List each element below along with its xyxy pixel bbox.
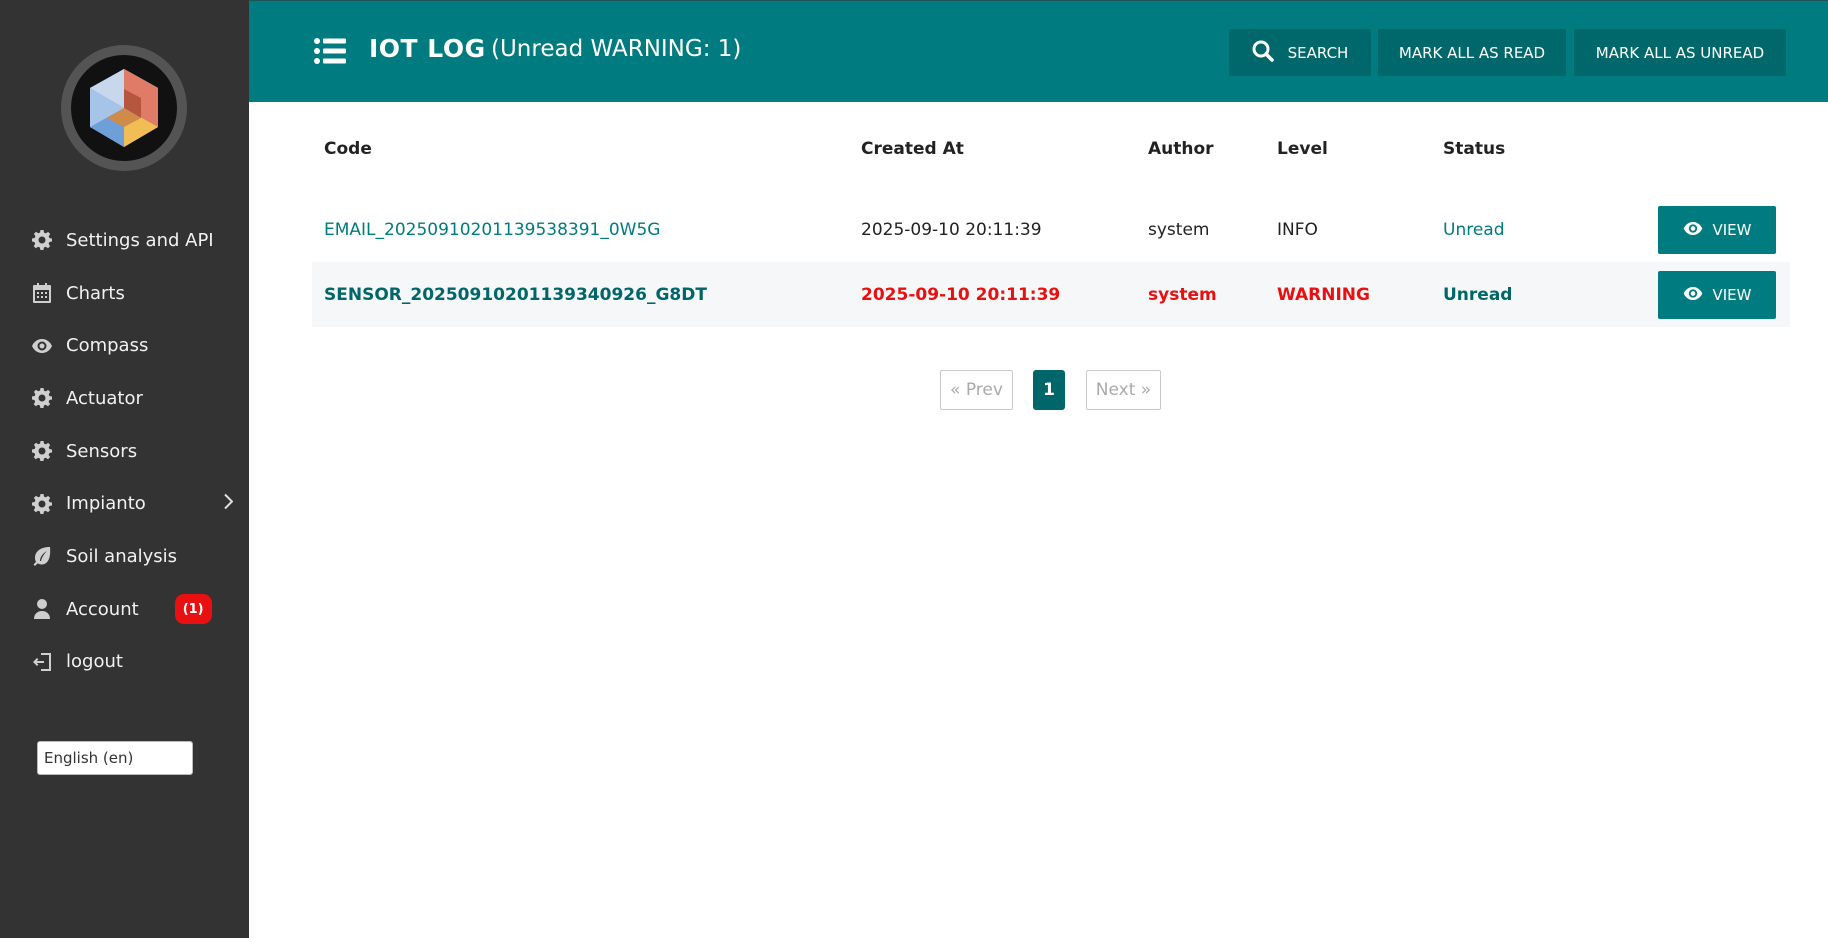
- logout-icon: [32, 652, 52, 672]
- gear-icon: [32, 493, 52, 514]
- eye-icon: [1683, 286, 1713, 304]
- mark-all-unread-button[interactable]: MARK ALL AS UNREAD: [1574, 29, 1786, 76]
- status-link[interactable]: Unread: [1443, 220, 1505, 240]
- user-icon: [32, 599, 52, 620]
- author-cell: system: [1148, 284, 1217, 305]
- eye-icon: [1683, 221, 1713, 239]
- column-header-level: Level: [1277, 138, 1328, 159]
- cube-logo-icon: [90, 69, 158, 147]
- level-cell: WARNING: [1277, 284, 1370, 305]
- sidebar-item-actuator[interactable]: Actuator: [0, 372, 249, 425]
- level-cell: INFO: [1277, 219, 1318, 240]
- author-cell: system: [1148, 219, 1210, 240]
- sidebar: Settings and API Charts Compass Actuator…: [0, 0, 249, 938]
- table-header: Code Created At Author Level Status: [312, 117, 1790, 180]
- sidebar-item-account[interactable]: Account (1): [0, 583, 249, 636]
- column-header-created-at: Created At: [861, 138, 964, 159]
- leaf-icon: [32, 546, 52, 567]
- table-row: SENSOR_20250910201139340926_G8DT 2025-09…: [312, 262, 1790, 327]
- pagination-next[interactable]: Next »: [1086, 370, 1161, 410]
- sidebar-nav: Settings and API Charts Compass Actuator…: [0, 214, 249, 688]
- view-button[interactable]: VIEW: [1658, 205, 1776, 254]
- calendar-icon: [32, 283, 52, 304]
- table-row: EMAIL_20250910201139538391_0W5G 2025-09-…: [312, 197, 1790, 262]
- gear-icon: [32, 230, 52, 251]
- sidebar-item-label: Sensors: [66, 440, 138, 462]
- view-button-label: VIEW: [1712, 285, 1752, 304]
- search-button-label: SEARCH: [1287, 43, 1349, 62]
- search-icon: [1252, 40, 1288, 66]
- gear-icon: [32, 388, 52, 409]
- mark-all-read-button[interactable]: MARK ALL AS READ: [1378, 29, 1566, 76]
- column-header-status: Status: [1443, 138, 1506, 159]
- log-code-link[interactable]: EMAIL_20250910201139538391_0W5G: [324, 220, 660, 240]
- sidebar-item-label: Impianto: [66, 493, 146, 515]
- log-table: Code Created At Author Level Status EMAI…: [312, 117, 1790, 327]
- view-button-label: VIEW: [1712, 220, 1752, 239]
- log-code-link[interactable]: SENSOR_20250910201139340926_G8DT: [324, 285, 707, 305]
- sidebar-item-label: Actuator: [66, 387, 143, 409]
- unread-warning-count: (Unread WARNING: 1): [491, 36, 742, 62]
- chevron-right-icon[interactable]: [223, 493, 234, 514]
- eye-icon: [32, 336, 52, 356]
- notification-badge: (1): [174, 594, 212, 625]
- sidebar-item-settings-and-api[interactable]: Settings and API: [0, 214, 249, 267]
- sidebar-item-impianto[interactable]: Impianto: [0, 477, 249, 530]
- sidebar-item-label: Charts: [66, 282, 125, 304]
- created-at-cell: 2025-09-10 20:11:39: [861, 284, 1061, 305]
- sidebar-item-charts[interactable]: Charts: [0, 267, 249, 320]
- sidebar-item-label: Account: [66, 598, 139, 620]
- sidebar-item-compass[interactable]: Compass: [0, 319, 249, 372]
- sidebar-item-label: Soil analysis: [66, 545, 178, 567]
- sidebar-item-label: Settings and API: [66, 229, 214, 251]
- sidebar-item-sensors[interactable]: Sensors: [0, 425, 249, 478]
- column-header-code: Code: [324, 138, 372, 159]
- pagination-page-1[interactable]: 1: [1033, 370, 1065, 410]
- created-at-cell: 2025-09-10 20:11:39: [861, 219, 1042, 240]
- page-title: IOT LOG: [369, 34, 486, 63]
- status-link[interactable]: Unread: [1443, 285, 1512, 305]
- logo-circle: [71, 55, 177, 161]
- list-icon: [314, 38, 346, 68]
- sidebar-item-soil-analysis[interactable]: Soil analysis: [0, 530, 249, 583]
- gear-icon: [32, 441, 52, 462]
- pagination-prev[interactable]: « Prev: [940, 370, 1013, 410]
- sidebar-item-label: logout: [66, 651, 123, 673]
- sidebar-item-label: Compass: [66, 335, 149, 357]
- app-logo[interactable]: [61, 45, 187, 171]
- sidebar-item-logout[interactable]: logout: [0, 636, 249, 689]
- language-select[interactable]: English (en): [37, 741, 193, 775]
- search-button[interactable]: SEARCH: [1229, 29, 1371, 76]
- page-header: IOT LOG (Unread WARNING: 1) SEARCH MARK …: [249, 0, 1828, 102]
- column-header-author: Author: [1148, 138, 1214, 159]
- view-button[interactable]: VIEW: [1658, 270, 1776, 319]
